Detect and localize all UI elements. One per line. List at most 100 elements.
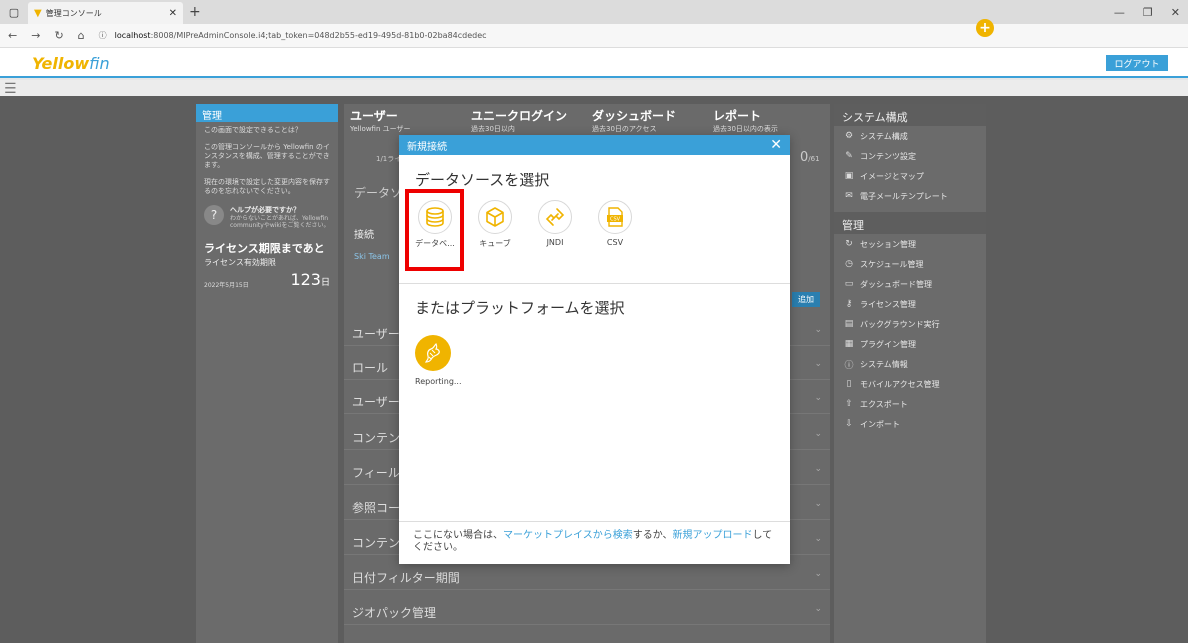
menu-import[interactable]: ⇩ インポート (834, 414, 986, 434)
stat-users-value: 1/1ライ (376, 155, 402, 163)
yellowfin-favicon-icon: ▼ (34, 7, 42, 19)
cube-icon (478, 200, 512, 234)
what-can-do-text: この画面で設定できることは？ (204, 126, 302, 134)
gear-icon: ⚙ (844, 131, 854, 141)
menu-license-mgmt[interactable]: ⚷ ライセンス管理 (834, 294, 986, 314)
mobile-icon: ▯ (846, 379, 852, 389)
url-path: :8008/MIPreAdminConsole.i4;tab_token=048… (150, 31, 487, 40)
list-item[interactable]: ジオパック管理 ⌄ (344, 599, 830, 625)
source-cube[interactable]: キューブ (473, 200, 517, 249)
window-controls: — ❐ ✕ (1114, 0, 1180, 24)
menu-export[interactable]: ⇧ エクスポート (834, 394, 986, 414)
app-header: Yellowfin ログアウト (0, 48, 1188, 78)
address-bar: ← → ↻ ⌂ ⓘ localhost :8008/MIPreAdminCons… (0, 24, 1188, 643)
dashboard-icon: ▭ (844, 279, 854, 289)
help-desc: わからないことがあれば、Yellowfin communityやwikiをご覧く… (230, 214, 330, 230)
menu-plugin-mgmt[interactable]: ▦ プラグイン管理 (834, 334, 986, 354)
system-config-panel: システム構成 ⚙ システム構成 ✎ コンテンツ設定 ▣ イメージとマップ ✉ 電子メール… (834, 104, 986, 643)
help-title: ヘルプが必要ですか？ (230, 205, 300, 214)
license-title: ライセンス期限まであと (204, 241, 325, 255)
new-connection-dialog: 新規接続 ✕ データソースを選択 データベ... キューブ JNDI CSV C… (399, 135, 790, 564)
license-sub: ライセンス有効期限 (204, 257, 276, 267)
menu-images-maps[interactable]: ▣ イメージとマップ (834, 166, 986, 186)
sub-header (0, 80, 1188, 96)
svg-text:CSV: CSV (610, 217, 621, 223)
import-icon: ⇩ (845, 419, 853, 429)
menu-content-settings[interactable]: ✎ コンテンツ設定 (834, 146, 986, 166)
url-field[interactable]: ⓘ localhost :8008/MIPreAdminConsole.i4;t… (99, 30, 1180, 41)
background-icon: ▤ (844, 319, 854, 329)
session-icon: ↻ (845, 239, 853, 249)
dialog-divider (399, 283, 790, 284)
browser-tab[interactable]: ▼ 管理コンソール ✕ (28, 2, 183, 24)
new-upload-link[interactable]: 新規アップロード (673, 530, 753, 541)
stat-reports-value: 0/61 (800, 150, 820, 165)
menu-system-info[interactable]: ⓘ システム情報 (834, 354, 986, 374)
connection-tab[interactable]: 接続 (354, 226, 374, 241)
brush-icon: ✎ (845, 151, 853, 161)
jndi-icon (538, 200, 572, 234)
menu-icon[interactable]: ☰ (4, 81, 17, 97)
menu-dashboard-mgmt[interactable]: ▭ ダッシュボード管理 (834, 274, 986, 294)
csv-icon: CSV (598, 200, 632, 234)
export-icon: ⇧ (845, 399, 853, 409)
platform-heading: またはプラットフォームを選択 (415, 299, 625, 317)
minimize-icon[interactable]: — (1114, 6, 1125, 19)
admin-panel-title: 管理 (196, 104, 338, 122)
reload-icon[interactable]: ↻ (54, 29, 63, 42)
close-tab-icon[interactable]: ✕ (169, 8, 177, 19)
menu-system-config[interactable]: ⚙ システム構成 (834, 126, 986, 146)
license-days: 123日 (290, 269, 330, 289)
help-icon: ? (204, 204, 224, 225)
dialog-header: 新規接続 ✕ (399, 135, 790, 155)
plugin-icon: ▦ (844, 339, 854, 349)
data-source-section[interactable]: データソ (354, 184, 402, 201)
menu-mobile-access[interactable]: ▯ モバイルアクセス管理 (834, 374, 986, 394)
reporting-platform-icon (415, 335, 451, 371)
restore-icon[interactable]: ❐ (1143, 6, 1153, 19)
add-content-button[interactable]: + (976, 19, 994, 37)
menu-background-exec[interactable]: ▤ バックグラウンド実行 (834, 314, 986, 334)
key-icon: ⚷ (845, 299, 853, 309)
platform-label: Reporting... (415, 377, 462, 386)
license-row: 2022年5月15日 123日 (196, 270, 338, 289)
forward-icon[interactable]: → (31, 29, 40, 42)
new-tab-icon[interactable]: + (189, 4, 201, 20)
dialog-title: 新規接続 (407, 141, 447, 153)
tab-title: 管理コンソール (45, 8, 102, 18)
source-label: CSV (606, 238, 624, 247)
platform-reporting[interactable]: Reporting... (415, 335, 465, 386)
tab-actions-icon[interactable]: ▢ (0, 0, 28, 24)
menu-session-mgmt[interactable]: ↻ セッション管理 (834, 234, 986, 254)
menu-schedule-mgmt[interactable]: ◷ スケジュール管理 (834, 254, 986, 274)
yellowfin-logo[interactable]: Yellowfin (32, 54, 110, 73)
url-host: localhost (114, 31, 151, 40)
marketplace-link[interactable]: マーケットプレイスから検索 (503, 530, 633, 541)
selection-highlight (405, 189, 464, 271)
source-jndi[interactable]: JNDI (533, 200, 577, 249)
save-note-text: 現在の環境で設定した変更内容を保存するのを忘れないでください。 (204, 178, 330, 196)
mail-icon: ✉ (845, 191, 853, 201)
add-connection-button[interactable]: 追加 (792, 292, 820, 307)
source-label: JNDI (546, 238, 564, 247)
admin-menu-title: 管理 (834, 212, 986, 234)
info-icon[interactable]: ⓘ (99, 30, 107, 41)
home-icon[interactable]: ⌂ (78, 29, 85, 42)
close-window-icon[interactable]: ✕ (1171, 6, 1180, 19)
source-label: キューブ (479, 239, 511, 248)
admin-desc-text: この管理コンソールから Yellowfin のインスタンスを構成、管理することが… (204, 143, 330, 170)
info-icon: ⓘ (844, 360, 854, 371)
source-heading: データソースを選択 (415, 171, 550, 189)
menu-email-templates[interactable]: ✉ 電子メールテンプレート (834, 186, 986, 206)
connection-row[interactable]: Ski Team (354, 252, 390, 261)
back-icon[interactable]: ← (8, 29, 17, 42)
close-icon[interactable]: ✕ (770, 137, 782, 153)
dialog-footer: ここにない場合は、マーケットプレイスから検索するか、新規アップロードしてください… (399, 521, 790, 562)
license-date: 2022年5月15日 (204, 281, 249, 289)
admin-info-panel: 管理 この画面で設定できることは？ この管理コンソールから Yellowfin … (196, 104, 338, 643)
logout-button[interactable]: ログアウト (1106, 55, 1168, 71)
help-box[interactable]: ? ヘルプが必要ですか？ わからないことがあれば、Yellowfin commu… (196, 201, 338, 234)
source-csv[interactable]: CSV CSV (593, 200, 637, 249)
clock-icon: ◷ (845, 259, 853, 269)
list-item[interactable]: 日付フィルター期間 ⌄ (344, 564, 830, 590)
